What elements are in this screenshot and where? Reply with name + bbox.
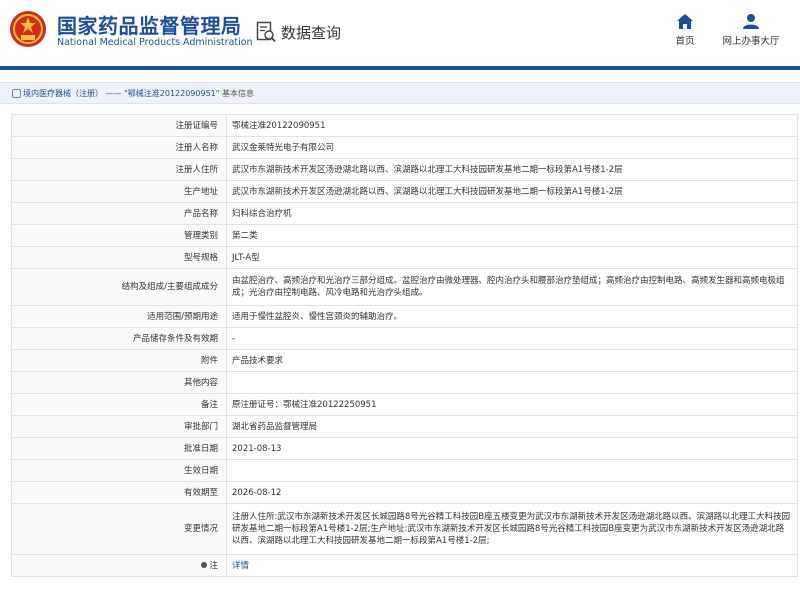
field-label: 批准日期 bbox=[11, 437, 227, 460]
nav-online-service-hall-label: 网上办事大厅 bbox=[722, 36, 780, 47]
field-value: 适用于慢性盆腔炎、慢性宫颈炎的辅助治疗。 bbox=[226, 305, 798, 328]
field-value: 湖北省药品监督管理局 bbox=[226, 415, 798, 438]
field-value: 产品技术要求 bbox=[226, 349, 798, 372]
nav-online-service-hall[interactable]: 网上办事大厅 bbox=[718, 14, 784, 47]
field-label: 注册证编号 bbox=[11, 114, 227, 137]
field-label: 产品储存条件及有效期 bbox=[11, 327, 227, 350]
table-row: 管理类别 第二类 bbox=[11, 224, 798, 247]
table-row: 产品储存条件及有效期 - bbox=[11, 327, 798, 350]
site-subtitle: National Medical Products Administration bbox=[57, 37, 253, 48]
breadcrumb-text: 境内医疗器械（注册） —— "鄂械注准20122090951" 基本信息 bbox=[23, 88, 254, 99]
table-row: 其他内容 bbox=[11, 371, 798, 394]
field-label-text: 注 bbox=[209, 560, 218, 571]
field-label: 产品名称 bbox=[11, 202, 227, 225]
table-row: 批准日期 2021-08-13 bbox=[11, 437, 798, 460]
nav-home-label: 首页 bbox=[675, 36, 695, 47]
table-row: 注册证编号 鄂械注准20122090951 bbox=[11, 114, 798, 137]
field-value: 第二类 bbox=[226, 224, 798, 247]
table-row: 有效期至 2026-08-12 bbox=[11, 481, 798, 504]
field-label: 审批部门 bbox=[11, 415, 227, 438]
table-row: 产品名称 妇科综合治疗机 bbox=[11, 202, 798, 225]
section-title-text: 数据查询 bbox=[281, 23, 342, 42]
field-value: 鄂械注准20122090951 bbox=[226, 114, 798, 137]
field-value: 武汉市东湖新技术开发区汤逊湖北路以西、滨湖路以北理工大科技园研发基地二期一标段第… bbox=[226, 180, 798, 203]
field-label: 生产地址 bbox=[11, 180, 227, 203]
table-row: 型号规格 JLT-A型 bbox=[11, 246, 798, 269]
section-title: 数据查询 bbox=[256, 20, 341, 44]
table-row: 结构及组成/主要组成成分 由盆腔治疗、高频治疗和光治疗三部分组成。盆腔治疗由微处理… bbox=[11, 268, 798, 306]
field-label: 备注 bbox=[11, 393, 227, 416]
header-divider bbox=[0, 66, 800, 70]
table-row: 注册人住所 武汉市东湖新技术开发区汤逊湖北路以西、滨湖路以北理工大科技园研发基地二… bbox=[11, 158, 798, 181]
table-row: 适用范围/预期用途 适用于慢性盆腔炎、慢性宫颈炎的辅助治疗。 bbox=[11, 305, 798, 328]
table-row: 注 详情 bbox=[11, 554, 798, 577]
nav-home[interactable]: 首页 bbox=[670, 14, 700, 47]
national-emblem-icon bbox=[10, 11, 46, 47]
field-label: 型号规格 bbox=[11, 246, 227, 269]
site-header: 国家药品监督管理局 National Medical Products Admi… bbox=[0, 0, 800, 70]
table-row: 附件 产品技术要求 bbox=[11, 349, 798, 372]
field-label: 注册人住所 bbox=[11, 158, 227, 181]
field-value: 2021-08-13 bbox=[226, 437, 798, 460]
field-value: JLT-A型 bbox=[226, 246, 798, 269]
breadcrumb-suffix: 基本信息 bbox=[222, 88, 254, 98]
table-row: 生效日期 bbox=[11, 459, 798, 482]
field-value bbox=[226, 459, 798, 482]
field-label: 变更情况 bbox=[11, 503, 227, 555]
site-title[interactable]: 国家药品监督管理局 bbox=[57, 10, 242, 39]
field-value: - bbox=[226, 327, 798, 350]
details-link[interactable]: 详情 bbox=[232, 561, 249, 571]
field-value bbox=[226, 371, 798, 394]
user-icon bbox=[743, 14, 759, 29]
field-label: 注 bbox=[11, 554, 227, 577]
breadcrumb-item-link[interactable]: "鄂械注准20122090951" bbox=[124, 89, 219, 98]
breadcrumb-category-link[interactable]: 境内医疗器械（注册） bbox=[23, 89, 103, 98]
table-row: 注册人名称 武汉金莱特光电子有限公司 bbox=[11, 136, 798, 159]
field-label: 其他内容 bbox=[11, 371, 227, 394]
document-search-icon bbox=[256, 21, 276, 43]
table-row: 生产地址 武汉市东湖新技术开发区汤逊湖北路以西、滨湖路以北理工大科技园研发基地二期… bbox=[11, 180, 798, 203]
field-value: 武汉市东湖新技术开发区汤逊湖北路以西、滨湖路以北理工大科技园研发基地二期一标段第… bbox=[226, 158, 798, 181]
field-label: 结构及组成/主要组成成分 bbox=[11, 268, 227, 306]
field-value: 注册人住所:武汉市东湖新技术开发区长城园路8号光谷精工科技园B座五楼变更为武汉市… bbox=[226, 503, 798, 555]
table-row: 审批部门 湖北省药品监督管理局 bbox=[11, 415, 798, 438]
breadcrumb-separator: —— bbox=[105, 88, 122, 98]
field-label: 有效期至 bbox=[11, 481, 227, 504]
note-pin-icon bbox=[201, 562, 208, 568]
field-value: 2026-08-12 bbox=[226, 481, 798, 504]
detail-table: 注册证编号 鄂械注准20122090951 注册人名称 武汉金莱特光电子有限公司 注… bbox=[11, 114, 798, 577]
field-value: 详情 bbox=[226, 554, 798, 577]
table-row: 备注 原注册证号：鄂械注准20122250951 bbox=[11, 393, 798, 416]
field-value: 由盆腔治疗、高频治疗和光治疗三部分组成。盆腔治疗由微处理器、腔内治疗头和腰部治疗… bbox=[226, 268, 798, 306]
field-value: 妇科综合治疗机 bbox=[226, 202, 798, 225]
location-icon bbox=[12, 88, 21, 98]
field-label: 注册人名称 bbox=[11, 136, 227, 159]
breadcrumb: 境内医疗器械（注册） —— "鄂械注准20122090951" 基本信息 bbox=[0, 82, 800, 104]
field-label: 适用范围/预期用途 bbox=[11, 305, 227, 328]
field-label: 生效日期 bbox=[11, 459, 227, 482]
home-icon bbox=[677, 14, 693, 29]
table-row: 变更情况 注册人住所:武汉市东湖新技术开发区长城园路8号光谷精工科技园B座五楼变更… bbox=[11, 503, 798, 555]
field-value: 武汉金莱特光电子有限公司 bbox=[226, 136, 798, 159]
field-label: 附件 bbox=[11, 349, 227, 372]
field-value: 原注册证号：鄂械注准20122250951 bbox=[226, 393, 798, 416]
field-label: 管理类别 bbox=[11, 224, 227, 247]
